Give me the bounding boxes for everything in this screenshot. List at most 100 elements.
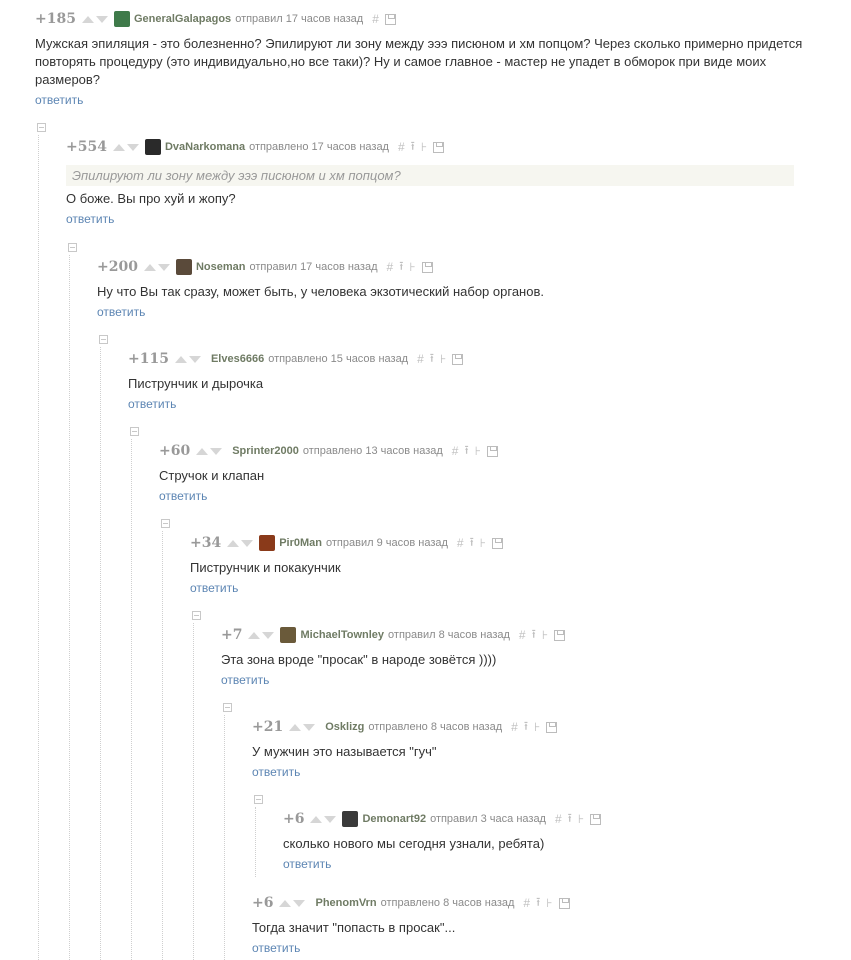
save-icon[interactable] <box>452 353 464 365</box>
permalink-icon[interactable]: # <box>452 444 459 458</box>
comment-time[interactable]: отправил 3 часа назад <box>430 813 546 825</box>
save-icon[interactable] <box>384 13 396 25</box>
upvote-icon[interactable] <box>81 15 94 23</box>
reply-link[interactable]: ответить <box>252 941 300 955</box>
parent-arrow-icon[interactable]: ⭱ <box>399 257 403 278</box>
reply-link[interactable]: ответить <box>97 305 145 319</box>
reply-link[interactable]: ответить <box>35 93 83 107</box>
parent-arrow-icon[interactable]: ⭱ <box>524 717 528 738</box>
downvote-icon[interactable] <box>95 15 108 23</box>
reply-link[interactable]: ответить <box>283 857 331 871</box>
comment-author[interactable]: Elves6666 <box>211 353 264 365</box>
comment-time[interactable]: отправил 9 часов назад <box>326 537 448 549</box>
save-icon[interactable] <box>433 141 445 153</box>
avatar[interactable] <box>342 811 359 827</box>
upvote-icon[interactable] <box>143 263 156 271</box>
branch-icon[interactable]: ⊦ <box>542 628 548 642</box>
comment-time[interactable]: отправлено 8 часов назад <box>368 721 502 733</box>
collapse-toggle[interactable] <box>223 703 232 712</box>
parent-arrow-icon[interactable]: ⭱ <box>532 625 536 646</box>
comment-author[interactable]: Sprinter2000 <box>232 445 299 457</box>
save-icon[interactable] <box>554 629 566 641</box>
comment-author[interactable]: Demonart92 <box>362 813 426 825</box>
comment-author[interactable]: MichaelTownley <box>300 629 384 641</box>
permalink-icon[interactable]: # <box>417 352 424 366</box>
save-icon[interactable] <box>421 261 433 273</box>
downvote-icon[interactable] <box>210 447 223 455</box>
parent-arrow-icon[interactable]: ⭱ <box>568 809 572 830</box>
collapse-toggle[interactable] <box>68 243 77 252</box>
avatar[interactable] <box>280 627 297 643</box>
parent-arrow-icon[interactable]: ⭱ <box>536 893 540 914</box>
parent-arrow-icon[interactable]: ⭱ <box>470 533 474 554</box>
comment-time[interactable]: отправил 8 часов назад <box>388 629 510 641</box>
downvote-icon[interactable] <box>262 631 275 639</box>
collapse-toggle[interactable] <box>130 427 139 436</box>
permalink-icon[interactable]: # <box>511 720 518 734</box>
avatar[interactable] <box>175 259 192 275</box>
reply-link[interactable]: ответить <box>221 673 269 687</box>
collapse-toggle[interactable] <box>37 123 46 132</box>
reply-link[interactable]: ответить <box>66 212 114 226</box>
parent-arrow-icon[interactable]: ⭱ <box>411 137 415 158</box>
comment-time[interactable]: отправил 17 часов назад <box>235 13 363 25</box>
downvote-icon[interactable] <box>126 143 139 151</box>
save-icon[interactable] <box>590 813 602 825</box>
avatar[interactable] <box>259 535 276 551</box>
comment-time[interactable]: отправлено 8 часов назад <box>381 897 515 909</box>
upvote-icon[interactable] <box>227 539 240 547</box>
upvote-icon[interactable] <box>279 899 292 907</box>
permalink-icon[interactable]: # <box>387 260 394 274</box>
branch-icon[interactable]: ⊦ <box>480 536 486 550</box>
branch-icon[interactable]: ⊦ <box>534 720 540 734</box>
parent-arrow-icon[interactable]: ⭱ <box>430 349 434 370</box>
branch-icon[interactable]: ⊦ <box>421 140 427 154</box>
collapse-toggle[interactable] <box>99 335 108 344</box>
comment-author[interactable]: PhenomVrn <box>315 897 376 909</box>
downvote-icon[interactable] <box>293 899 306 907</box>
comment-time[interactable]: отправлено 13 часов назад <box>303 445 443 457</box>
permalink-icon[interactable]: # <box>457 536 464 550</box>
comment-author[interactable]: Osklizg <box>325 721 364 733</box>
branch-icon[interactable]: ⊦ <box>578 812 584 826</box>
avatar[interactable] <box>113 11 130 27</box>
downvote-icon[interactable] <box>188 355 201 363</box>
comment-author[interactable]: Pir0Man <box>279 537 322 549</box>
upvote-icon[interactable] <box>310 815 323 823</box>
comment-time[interactable]: отправлено 17 часов назад <box>249 141 389 153</box>
comment-author[interactable]: Noseman <box>196 261 246 273</box>
permalink-icon[interactable]: # <box>372 12 379 26</box>
branch-icon[interactable]: ⊦ <box>475 444 481 458</box>
permalink-icon[interactable]: # <box>398 140 405 154</box>
comment-author[interactable]: GeneralGalapagos <box>134 13 231 25</box>
reply-link[interactable]: ответить <box>252 765 300 779</box>
permalink-icon[interactable]: # <box>555 812 562 826</box>
branch-icon[interactable]: ⊦ <box>546 896 552 910</box>
reply-link[interactable]: ответить <box>159 489 207 503</box>
reply-link[interactable]: ответить <box>128 397 176 411</box>
comment-time[interactable]: отправлено 15 часов назад <box>268 353 408 365</box>
upvote-icon[interactable] <box>112 143 125 151</box>
save-icon[interactable] <box>486 445 498 457</box>
save-icon[interactable] <box>546 721 558 733</box>
avatar[interactable] <box>144 139 161 155</box>
collapse-toggle[interactable] <box>161 519 170 528</box>
collapse-toggle[interactable] <box>254 795 263 804</box>
upvote-icon[interactable] <box>289 723 302 731</box>
save-icon[interactable] <box>492 537 504 549</box>
parent-arrow-icon[interactable]: ⭱ <box>464 441 468 462</box>
upvote-icon[interactable] <box>248 631 261 639</box>
branch-icon[interactable]: ⊦ <box>409 260 415 274</box>
downvote-icon[interactable] <box>303 723 316 731</box>
permalink-icon[interactable]: # <box>519 628 526 642</box>
reply-link[interactable]: ответить <box>190 581 238 595</box>
comment-time[interactable]: отправил 17 часов назад <box>250 261 378 273</box>
downvote-icon[interactable] <box>324 815 337 823</box>
downvote-icon[interactable] <box>157 263 170 271</box>
save-icon[interactable] <box>558 897 570 909</box>
downvote-icon[interactable] <box>241 539 254 547</box>
collapse-toggle[interactable] <box>192 611 201 620</box>
upvote-icon[interactable] <box>174 355 187 363</box>
upvote-icon[interactable] <box>196 447 209 455</box>
comment-author[interactable]: DvaNarkomana <box>165 141 245 153</box>
